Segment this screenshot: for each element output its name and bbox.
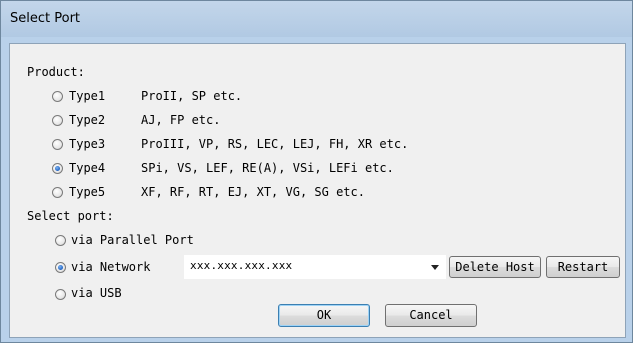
product-type-description: AJ, FP etc.: [141, 113, 221, 127]
product-type-label[interactable]: Type1: [69, 89, 105, 103]
radio-button-selected[interactable]: [55, 262, 66, 273]
radio-button[interactable]: [52, 139, 63, 150]
host-value: xxx.xxx.xxx.xxx: [190, 259, 293, 272]
host-combobox[interactable]: xxx.xxx.xxx.xxx: [184, 255, 446, 279]
radio-button-selected[interactable]: [52, 163, 63, 174]
radio-button[interactable]: [52, 115, 63, 126]
port-option-label[interactable]: via Parallel Port: [71, 233, 194, 247]
product-type-label[interactable]: Type3: [69, 137, 105, 151]
radio-button[interactable]: [52, 91, 63, 102]
product-type-description: XF, RF, RT, EJ, XT, VG, SG etc.: [141, 185, 365, 199]
window-title: Select Port: [10, 11, 81, 26]
restart-button[interactable]: Restart: [546, 256, 620, 278]
title-bar: Select Port: [1, 1, 632, 37]
product-type-label[interactable]: Type5: [69, 185, 105, 199]
ok-button[interactable]: OK: [278, 304, 370, 327]
port-option-label[interactable]: via USB: [71, 286, 122, 300]
port-option-label[interactable]: via Network: [71, 260, 150, 274]
product-type-description: SPi, VS, LEF, RE(A), VSi, LEFi etc.: [141, 161, 394, 175]
product-type-label[interactable]: Type4: [69, 161, 105, 175]
product-label: Product:: [27, 65, 85, 79]
radio-button[interactable]: [55, 235, 66, 246]
select-port-label: Select port:: [27, 209, 114, 223]
product-type-description: ProII, SP etc.: [141, 89, 243, 103]
product-type-label[interactable]: Type2: [69, 113, 105, 127]
radio-button[interactable]: [55, 289, 66, 300]
dialog-client-area: Product: Type1 ProII, SP etc. Type2 AJ, …: [9, 43, 626, 338]
delete-host-button[interactable]: Delete Host: [449, 256, 541, 278]
cancel-button[interactable]: Cancel: [385, 304, 477, 327]
select-port-dialog: Select Port Product: Type1 ProII, SP etc…: [0, 0, 633, 343]
radio-button[interactable]: [52, 187, 63, 198]
product-type-description: ProIII, VP, RS, LEC, LEJ, FH, XR etc.: [141, 137, 409, 151]
chevron-down-icon[interactable]: [431, 265, 439, 270]
